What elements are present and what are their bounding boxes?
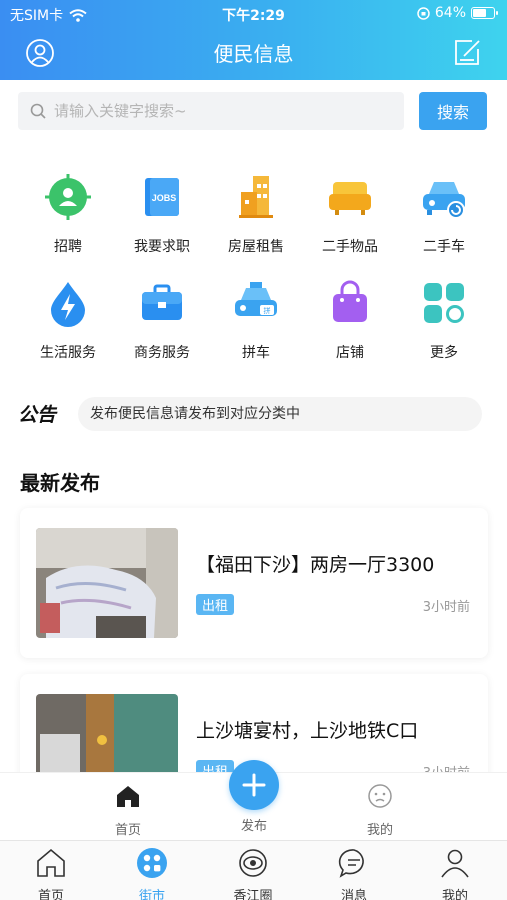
listing-card[interactable]: 【福田下沙】两房一厅3300 出租 3小时前 [20,508,488,658]
battery-icon [471,7,498,19]
category-more[interactable]: 更多 [397,278,491,362]
listing-title: 上沙塘宴村，上沙地铁C口 [196,720,419,742]
search-icon [30,103,46,119]
page-title: 便民信息 [213,42,294,66]
search-box[interactable] [18,92,404,130]
car-icon [423,182,465,219]
latest-section-title: 最新发布 [20,471,100,495]
lightning-icon [51,282,85,327]
status-bar: 无SIM卡 下午2:29 64% [0,0,507,26]
home-filled-icon [117,786,139,807]
category-shop[interactable]: 店铺 [303,278,397,362]
listing-tag: 出租 [196,594,235,615]
circle-icon [239,849,267,877]
inner-tab-mine[interactable]: 我的 [340,783,420,838]
category-recruit[interactable]: 招聘 [21,172,115,256]
category-job-seek[interactable]: JOBS 我要求职 [115,172,209,256]
shop-bag-icon [333,280,367,322]
listing-photo [36,528,178,638]
tab-hongkong-circle[interactable]: 香江圈 [213,847,293,900]
house-icon [239,176,273,218]
svg-text:JOBS: JOBS [152,193,177,203]
svg-text:拼: 拼 [264,306,271,315]
tab-messages[interactable]: 消息 [314,847,394,900]
edit-icon[interactable] [452,37,482,67]
street-market-icon [137,848,167,878]
publish-label: 发布 [240,819,267,834]
tab-profile[interactable]: 我的 [415,847,495,900]
search-button[interactable]: 搜索 [419,92,487,130]
carpool-icon: 拼 [235,282,277,316]
more-icon [424,283,464,323]
home-icon [37,848,65,877]
orientation-lock-icon [417,6,430,20]
category-secondhand-goods[interactable]: 二手物品 [303,172,397,256]
category-used-car[interactable]: 二手车 [397,172,491,256]
plus-icon [242,773,266,797]
face-icon [368,784,392,808]
tab-home[interactable]: 首页 [11,847,91,900]
notice-bar[interactable]: 发布便民信息请发布到对应分类中 [78,397,482,431]
search-input[interactable] [54,102,374,120]
notice-logo: 公告 [18,404,57,426]
main-tab-bar: 首页 街市 香江圈 消息 我的 [0,840,507,900]
battery-percent: 64% [434,5,466,21]
category-life-services[interactable]: 生活服务 [21,278,115,362]
publish-button[interactable] [229,760,279,810]
profile-icon [441,849,469,878]
listing-title: 【福田下沙】两房一厅3300 [196,554,435,576]
category-carpool[interactable]: 拼 拼车 [209,278,303,362]
category-business-services[interactable]: 商务服务 [115,278,209,362]
recruit-icon [45,174,91,220]
header-bar: 无SIM卡 下午2:29 64% 便民信息 [0,0,507,80]
message-icon [338,849,364,878]
listing-time: 3小时前 [422,600,470,615]
category-housing[interactable]: 房屋租售 [209,172,303,256]
inner-tab-home[interactable]: 首页 [88,783,168,838]
jobs-icon: JOBS [145,178,179,216]
briefcase-icon [142,284,182,320]
sofa-icon [329,182,371,215]
tab-street-market[interactable]: 街市 [112,847,192,900]
